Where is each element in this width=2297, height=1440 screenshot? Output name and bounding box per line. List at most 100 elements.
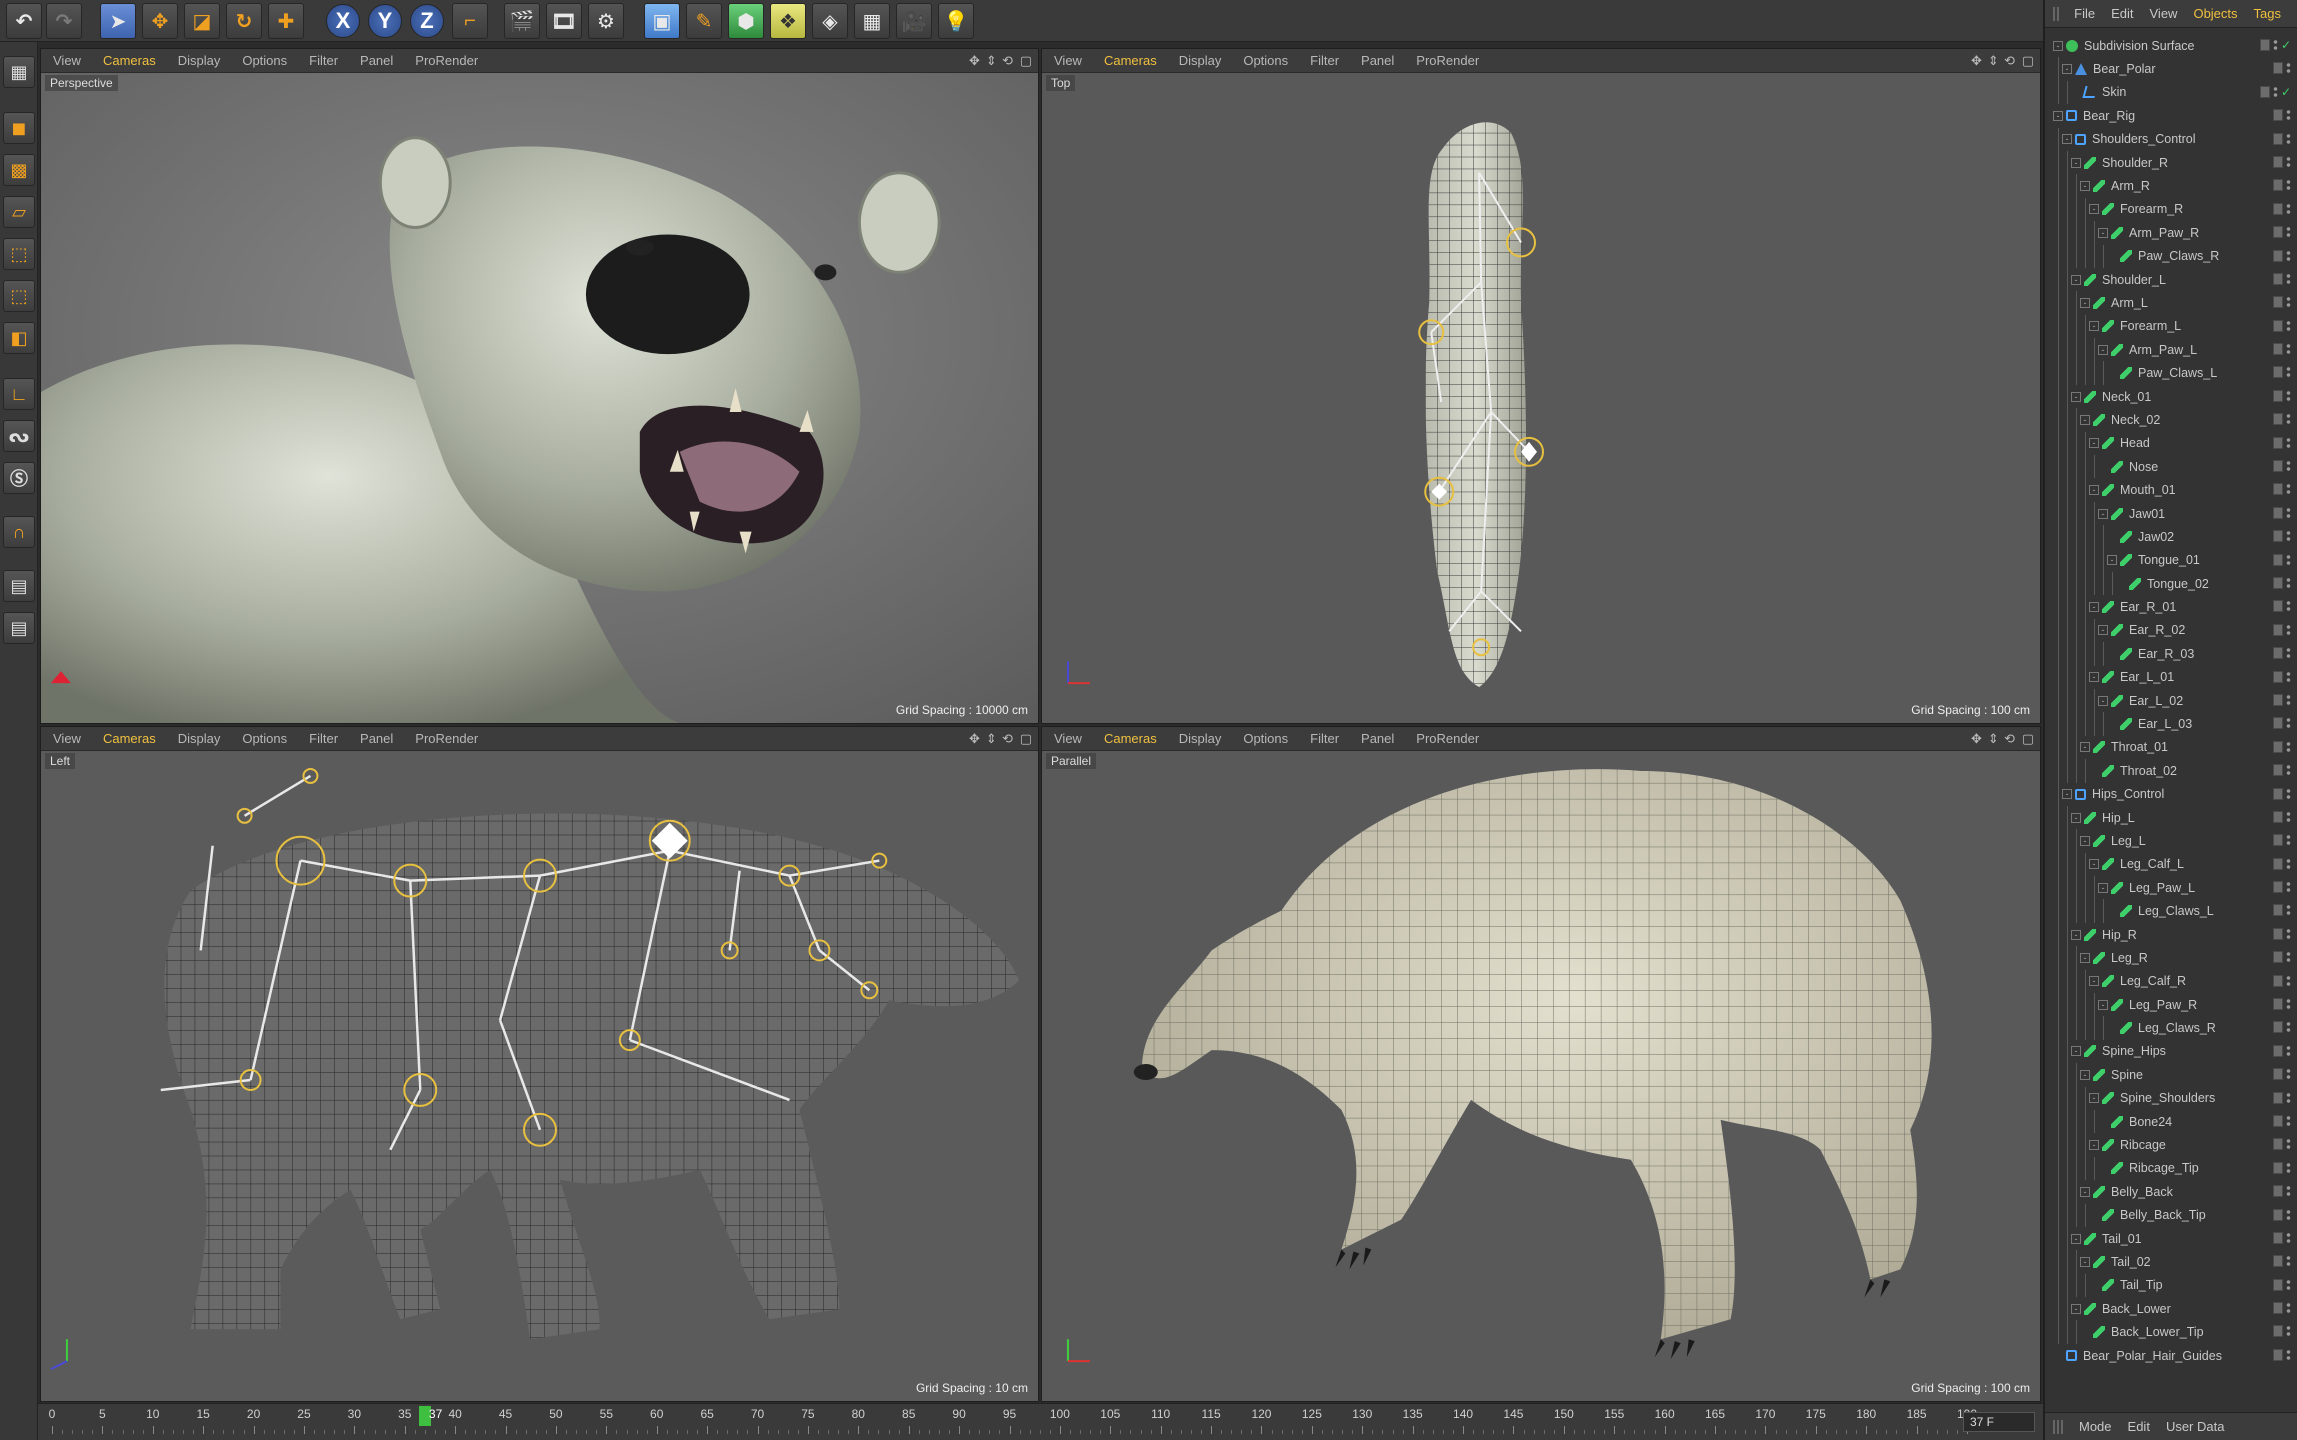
object-row[interactable]: Bear_Polar_Hair_Guides — [2045, 1344, 2297, 1367]
am-menu-mode[interactable]: Mode — [2079, 1419, 2112, 1434]
object-name[interactable]: Arm_L — [2111, 296, 2148, 310]
object-row[interactable]: - Hips_Control — [2045, 782, 2297, 806]
perspective-canvas[interactable] — [41, 73, 1038, 723]
object-row[interactable]: Ear_R_03 — [2045, 642, 2297, 666]
render-view-icon[interactable]: 🎬 — [504, 3, 540, 39]
object-name[interactable]: Bear_Polar — [2093, 62, 2156, 76]
expand-toggle-icon[interactable]: - — [2089, 321, 2099, 332]
expand-toggle-icon[interactable]: - — [2089, 438, 2099, 449]
expand-toggle-icon[interactable]: - — [2089, 976, 2099, 987]
menu-options[interactable]: Options — [1243, 53, 1288, 68]
visibility-dots-icon[interactable] — [2286, 951, 2291, 964]
expand-toggle-icon[interactable]: - — [2080, 1186, 2090, 1197]
object-name[interactable]: Neck_01 — [2102, 390, 2151, 404]
object-row[interactable]: Belly_Back_Tip — [2045, 1203, 2297, 1227]
object-row[interactable]: Skin ✓ — [2045, 80, 2297, 105]
menu-panel[interactable]: Panel — [1361, 53, 1394, 68]
object-name[interactable]: Tail_02 — [2111, 1255, 2151, 1269]
rotate-view-icon[interactable]: ⟲ — [2005, 731, 2016, 747]
layer-icon[interactable] — [2273, 132, 2283, 145]
deformer-icon[interactable]: ◈ — [812, 3, 848, 39]
expand-toggle-icon[interactable]: - — [2053, 40, 2063, 51]
layer-icon[interactable] — [2273, 155, 2283, 168]
object-row[interactable]: - Arm_R — [2045, 174, 2297, 198]
object-name[interactable]: Leg_L — [2111, 834, 2146, 848]
object-name[interactable]: Paw_Claws_R — [2138, 249, 2219, 263]
layer-icon[interactable] — [2260, 39, 2270, 51]
layer-icon[interactable] — [2273, 460, 2283, 473]
top-canvas[interactable] — [1042, 73, 2040, 723]
object-row[interactable]: Ribcage_Tip — [2045, 1156, 2297, 1181]
om-menu-tags[interactable]: Tags — [2254, 6, 2281, 21]
rotate-icon[interactable]: ↻ — [226, 3, 262, 39]
visibility-dots-icon[interactable] — [2286, 530, 2291, 543]
layer-icon[interactable] — [2273, 927, 2283, 940]
object-name[interactable]: Ribcage — [2120, 1138, 2166, 1152]
expand-toggle-icon[interactable]: - — [2071, 929, 2081, 940]
layer-icon[interactable] — [2273, 1185, 2283, 1198]
menu-prorender[interactable]: ProRender — [415, 731, 478, 746]
maximize-view-icon[interactable]: ▢ — [2022, 731, 2034, 747]
layer-icon[interactable] — [2273, 553, 2283, 566]
visibility-dots-icon[interactable] — [2286, 857, 2291, 870]
render-picture-viewer-icon[interactable]: 🎞 — [546, 3, 582, 39]
om-menu-edit[interactable]: Edit — [2111, 6, 2133, 21]
visibility-dots-icon[interactable] — [2286, 974, 2291, 987]
object-name[interactable]: Head — [2120, 436, 2150, 450]
layer-icon[interactable] — [2273, 62, 2283, 75]
subdivision-icon[interactable]: ⬢ — [728, 3, 764, 39]
layer-icon[interactable] — [2273, 951, 2283, 964]
zoom-view-icon[interactable]: ⇕ — [1988, 53, 1999, 69]
object-row[interactable]: - Ear_R_02 — [2045, 618, 2297, 643]
expand-toggle-icon[interactable]: - — [2098, 227, 2108, 238]
object-row[interactable]: - Ear_L_02 — [2045, 688, 2297, 713]
object-row[interactable]: - Bear_Rig — [2045, 104, 2297, 127]
object-name[interactable]: Shoulders_Control — [2092, 132, 2196, 146]
object-name[interactable]: Ear_R_03 — [2138, 647, 2194, 661]
array-icon[interactable]: ❖ — [770, 3, 806, 39]
layer-icon[interactable] — [2273, 202, 2283, 215]
object-row[interactable]: - Spine — [2045, 1063, 2297, 1087]
visibility-dots-icon[interactable] — [2286, 436, 2291, 449]
object-name[interactable]: Skin — [2102, 85, 2126, 99]
layer-icon[interactable] — [2273, 670, 2283, 683]
menu-filter[interactable]: Filter — [1310, 731, 1339, 746]
object-name[interactable]: Shoulder_L — [2102, 273, 2166, 287]
expand-toggle-icon[interactable]: - — [2089, 485, 2099, 496]
expand-toggle-icon[interactable]: - — [2062, 64, 2072, 75]
layer-icon[interactable] — [2273, 1325, 2283, 1338]
object-name[interactable]: Ear_R_02 — [2129, 623, 2185, 637]
object-row[interactable]: - Head — [2045, 431, 2297, 456]
object-name[interactable]: Ear_L_01 — [2120, 670, 2174, 684]
pen-icon[interactable]: ✎ — [686, 3, 722, 39]
live-selection-icon[interactable]: ✚ — [268, 3, 304, 39]
object-row[interactable]: - Tongue_01 — [2045, 548, 2297, 572]
visibility-dots-icon[interactable] — [2286, 506, 2291, 519]
workplane-lock-icon[interactable]: ▤ — [3, 570, 35, 602]
visibility-dots-icon[interactable] — [2286, 1231, 2291, 1244]
menu-view[interactable]: View — [1054, 731, 1082, 746]
object-name[interactable]: Leg_Paw_L — [2129, 881, 2195, 895]
object-name[interactable]: Spine_Shoulders — [2120, 1091, 2215, 1105]
layer-icon[interactable] — [2273, 1044, 2283, 1057]
layer-icon[interactable] — [2273, 506, 2283, 519]
object-name[interactable]: Back_Lower — [2102, 1302, 2171, 1316]
current-frame-field[interactable]: 37 F — [1963, 1412, 2035, 1432]
visibility-dots-icon[interactable] — [2286, 647, 2291, 660]
edges-mode-icon[interactable]: ⬚ — [3, 280, 35, 312]
expand-toggle-icon[interactable]: - — [2053, 110, 2063, 121]
object-row[interactable]: - Back_Lower — [2045, 1297, 2297, 1321]
object-row[interactable]: - Leg_Paw_R — [2045, 993, 2297, 1017]
object-row[interactable]: Nose — [2045, 455, 2297, 479]
object-name[interactable]: Bone24 — [2129, 1115, 2172, 1129]
object-row[interactable]: - Shoulder_L — [2045, 267, 2297, 292]
object-name[interactable]: Throat_02 — [2120, 764, 2177, 778]
object-row[interactable]: - Arm_L — [2045, 291, 2297, 315]
tweak-mode-icon[interactable]: ᔓ — [3, 420, 35, 452]
layer-icon[interactable] — [2273, 834, 2283, 847]
menu-display[interactable]: Display — [1179, 53, 1222, 68]
object-row[interactable]: - Belly_Back — [2045, 1180, 2297, 1204]
visibility-dots-icon[interactable] — [2286, 62, 2291, 75]
object-row[interactable]: - Forearm_R — [2045, 197, 2297, 222]
object-row[interactable]: - Shoulder_R — [2045, 150, 2297, 175]
